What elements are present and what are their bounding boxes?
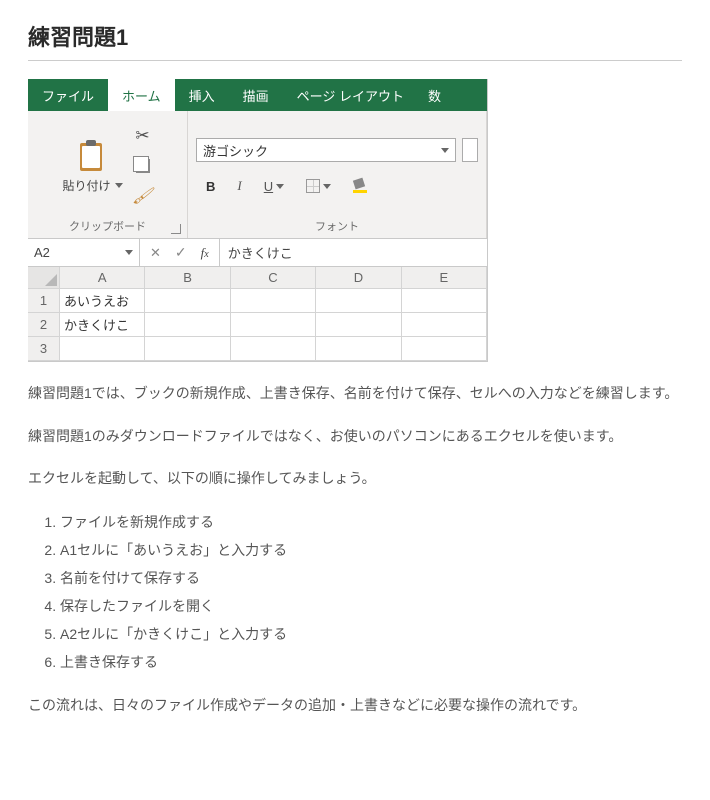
bold-button[interactable]: B <box>206 179 215 194</box>
tab-file[interactable]: ファイル <box>28 79 108 111</box>
worksheet-grid: A B C D E 1 あいうえお 2 かきくけこ 3 <box>28 267 487 361</box>
row-header-2[interactable]: 2 <box>28 313 60 337</box>
formula-bar[interactable]: かきくけこ <box>220 239 487 266</box>
cell-E1[interactable] <box>402 289 487 313</box>
copy-button[interactable] <box>133 156 153 176</box>
intro-paragraph-1: 練習問題1では、ブックの新規作成、上書き保存、名前を付けて保存、セルへの入力など… <box>28 380 682 407</box>
list-item: A1セルに「あいうえお」と入力する <box>60 536 682 564</box>
font-name-value: 游ゴシック <box>203 141 268 160</box>
paste-icon <box>77 139 107 173</box>
tab-page-layout[interactable]: ページ レイアウト <box>283 79 418 111</box>
list-item: 保存したファイルを開く <box>60 592 682 620</box>
formula-bar-row: A2 ✕ ✓ fx かきくけこ <box>28 239 487 267</box>
fill-color-button[interactable] <box>353 179 367 193</box>
col-header-E[interactable]: E <box>402 267 487 289</box>
formula-bar-value: かきくけこ <box>228 243 293 262</box>
intro-paragraph-2: 練習問題1のみダウンロードファイルではなく、お使いのパソコンにあるエクセルを使い… <box>28 423 682 450</box>
cell-B2[interactable] <box>145 313 230 337</box>
chevron-down-icon <box>276 184 284 189</box>
group-clipboard: 貼り付け ✂ 🖌 クリップボード <box>28 111 188 238</box>
cancel-icon[interactable]: ✕ <box>150 245 161 261</box>
font-size-select[interactable] <box>462 138 478 162</box>
group-label-font: フォント <box>315 221 359 233</box>
chevron-down-icon <box>125 250 133 255</box>
tab-insert[interactable]: 挿入 <box>175 79 229 111</box>
underline-button[interactable]: U <box>264 179 284 194</box>
list-item: 上書き保存する <box>60 648 682 676</box>
italic-button[interactable]: I <box>237 178 241 194</box>
fx-icon[interactable]: fx <box>201 245 209 261</box>
excel-screenshot: ファイル ホーム 挿入 描画 ページ レイアウト 数 貼り付け ✂ <box>28 79 488 362</box>
cell-A2[interactable]: かきくけこ <box>60 313 145 337</box>
intro-paragraph-3: エクセルを起動して、以下の順に操作してみましょう。 <box>28 465 682 492</box>
format-painter-button[interactable]: 🖌 <box>133 186 153 206</box>
list-item: A2セルに「かきくけこ」と入力する <box>60 620 682 648</box>
name-box[interactable]: A2 <box>28 239 140 266</box>
cell-C3[interactable] <box>231 337 316 361</box>
page-title: 練習問題1 <box>28 20 682 61</box>
list-item: ファイルを新規作成する <box>60 508 682 536</box>
col-header-C[interactable]: C <box>231 267 316 289</box>
tab-formulas-cut[interactable]: 数 <box>418 79 451 111</box>
cut-button[interactable]: ✂ <box>133 126 153 146</box>
cell-D1[interactable] <box>316 289 401 313</box>
chevron-down-icon <box>323 184 331 189</box>
tab-home[interactable]: ホーム <box>108 79 175 111</box>
paste-button[interactable]: 貼り付け <box>62 139 122 194</box>
chevron-down-icon <box>441 148 449 153</box>
cell-C1[interactable] <box>231 289 316 313</box>
ribbon: 貼り付け ✂ 🖌 クリップボード <box>28 111 487 239</box>
chevron-down-icon <box>115 183 123 188</box>
border-icon <box>306 179 320 193</box>
name-box-value: A2 <box>34 245 50 260</box>
row-header-3[interactable]: 3 <box>28 337 60 361</box>
border-button[interactable] <box>306 179 331 193</box>
cell-E2[interactable] <box>402 313 487 337</box>
cell-E3[interactable] <box>402 337 487 361</box>
col-header-B[interactable]: B <box>145 267 230 289</box>
closing-paragraph: この流れは、日々のファイル作成やデータの追加・上書きなどに必要な操作の流れです。 <box>28 692 682 719</box>
cell-B1[interactable] <box>145 289 230 313</box>
font-name-select[interactable]: 游ゴシック <box>196 138 456 162</box>
paste-label: 貼り付け <box>62 177 110 194</box>
steps-list: ファイルを新規作成する A1セルに「あいうえお」と入力する 名前を付けて保存する… <box>28 508 682 676</box>
ribbon-tabs: ファイル ホーム 挿入 描画 ページ レイアウト 数 <box>28 79 487 111</box>
formula-controls: ✕ ✓ fx <box>140 239 220 266</box>
cell-A3[interactable] <box>60 337 145 361</box>
cell-D3[interactable] <box>316 337 401 361</box>
enter-icon[interactable]: ✓ <box>175 244 187 261</box>
copy-icon <box>136 159 150 173</box>
group-font: 游ゴシック B I U <box>188 111 487 238</box>
cell-D2[interactable] <box>316 313 401 337</box>
cell-B3[interactable] <box>145 337 230 361</box>
fill-icon <box>353 179 367 193</box>
dialog-launcher-icon[interactable] <box>171 224 181 234</box>
select-all-corner[interactable] <box>28 267 60 289</box>
col-header-D[interactable]: D <box>316 267 401 289</box>
col-header-A[interactable]: A <box>60 267 145 289</box>
row-header-1[interactable]: 1 <box>28 289 60 313</box>
tab-draw[interactable]: 描画 <box>229 79 283 111</box>
group-label-clipboard: クリップボード <box>69 221 146 233</box>
cell-C2[interactable] <box>231 313 316 337</box>
list-item: 名前を付けて保存する <box>60 564 682 592</box>
cell-A1[interactable]: あいうえお <box>60 289 145 313</box>
